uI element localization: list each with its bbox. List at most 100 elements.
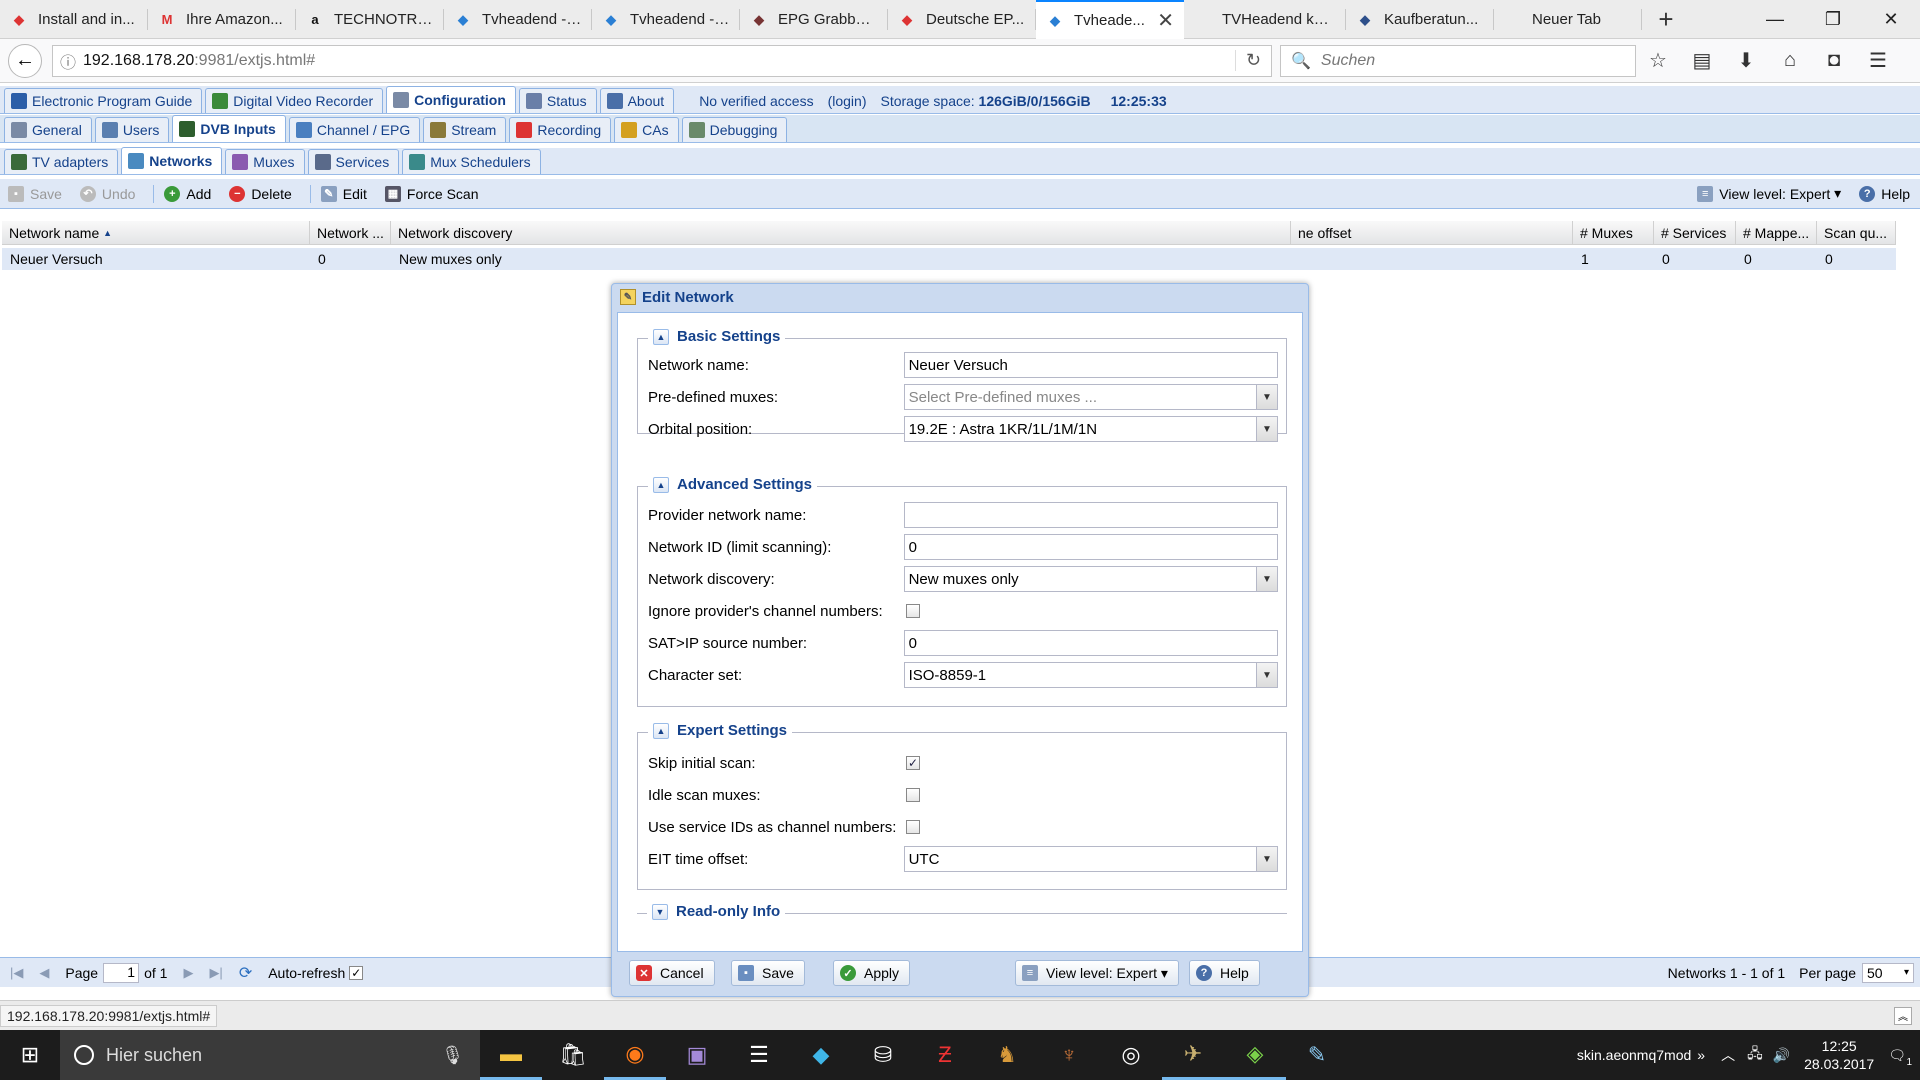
- tab-dvb-inputs[interactable]: DVB Inputs: [172, 115, 286, 142]
- database-icon[interactable]: ☰: [728, 1030, 790, 1080]
- next-page-icon[interactable]: ▶: [183, 965, 193, 981]
- chevron-down-icon[interactable]: ▼: [1256, 417, 1277, 441]
- chevron-down-icon[interactable]: ▼: [1256, 847, 1277, 871]
- browser-tab[interactable]: ◆ Tvheade... ✕: [1036, 0, 1184, 39]
- auto-refresh-checkbox[interactable]: ✓: [349, 965, 364, 980]
- tab-channel-epg[interactable]: Channel / EPG: [288, 117, 421, 142]
- orbital-position-combo[interactable]: 19.2E : Astra 1KR/1L/1M/1N ▼: [903, 416, 1278, 442]
- taskbar-clock[interactable]: 12:25 28.03.2017: [1804, 1037, 1874, 1073]
- per-page-select[interactable]: 50 ▾: [1862, 962, 1914, 983]
- winrar-icon[interactable]: ▣: [666, 1030, 728, 1080]
- store-icon[interactable]: 🛍: [542, 1030, 604, 1080]
- tray-chevron-up-icon[interactable]: ︿: [1721, 1045, 1735, 1065]
- ignore-channel-numbers-checkbox[interactable]: [906, 604, 920, 618]
- tab-status[interactable]: Status: [518, 88, 597, 113]
- tab-services[interactable]: Services: [307, 149, 400, 174]
- download-icon[interactable]: ⬇: [1724, 39, 1768, 83]
- search-input[interactable]: 🔍 Suchen: [1280, 44, 1636, 77]
- reload-icon[interactable]: ↻: [1235, 50, 1271, 71]
- url-bar[interactable]: ⓘ 192.168.178.20:9981/extjs.html# ↻: [52, 44, 1272, 77]
- cancel-button[interactable]: ✕ Cancel: [629, 960, 715, 986]
- minimize-button[interactable]: —: [1746, 0, 1804, 39]
- green-app-icon[interactable]: ◈: [1224, 1030, 1286, 1080]
- edit-button[interactable]: ✎ Edit: [320, 185, 367, 202]
- column-header-muxes[interactable]: # Muxes: [1573, 221, 1654, 244]
- close-tab-icon[interactable]: ✕: [1151, 8, 1174, 33]
- network-id-input[interactable]: 0: [903, 534, 1278, 560]
- expert-settings-legend[interactable]: ▲ Expert Settings: [648, 722, 793, 739]
- tab-digital-video-recorder[interactable]: Digital Video Recorder: [205, 88, 384, 113]
- collapse-icon[interactable]: ▲: [653, 328, 669, 345]
- browser-tab[interactable]: ◆ Tvheadend - ...: [444, 0, 592, 39]
- reading-list-icon[interactable]: ▤: [1680, 39, 1724, 83]
- last-page-icon[interactable]: ▶|: [209, 965, 222, 981]
- browser-tab[interactable]: Neuer Tab: [1494, 0, 1642, 39]
- table-row[interactable]: Neuer Versuch 0 New muxes only 1 0 0 0: [2, 248, 1896, 270]
- collapse-icon[interactable]: ▲: [653, 722, 669, 739]
- taskbar-search-input[interactable]: Hier suchen 🎙: [60, 1030, 480, 1080]
- login-link[interactable]: (login): [828, 88, 867, 113]
- apply-button[interactable]: ✓ Apply: [833, 960, 911, 986]
- column-header-services[interactable]: # Services: [1654, 221, 1736, 244]
- character-set-combo[interactable]: ISO-8859-1 ▼: [903, 662, 1278, 688]
- column-header-mapped[interactable]: # Mappe...: [1736, 221, 1817, 244]
- view-level-button[interactable]: ≡ View level: Expert ▾: [1697, 185, 1841, 202]
- column-header-time-offset[interactable]: ne offset: [1291, 221, 1573, 244]
- chevron-down-icon[interactable]: ▼: [1256, 663, 1277, 687]
- column-header-network-num[interactable]: Network ...: [310, 221, 391, 244]
- undo-button[interactable]: ↶ Undo: [79, 185, 135, 202]
- tab-cas[interactable]: CAs: [614, 117, 679, 142]
- column-header-network-discovery[interactable]: Network discovery: [391, 221, 1291, 244]
- paint-app-icon[interactable]: ✎: [1286, 1030, 1348, 1080]
- tab-networks[interactable]: Networks: [121, 147, 223, 174]
- filezilla-icon[interactable]: Ƶ: [914, 1030, 976, 1080]
- collapse-icon[interactable]: ▲: [653, 476, 669, 493]
- volume-icon[interactable]: 🔊: [1773, 1047, 1790, 1064]
- satellite-app-icon[interactable]: ✈: [1162, 1030, 1224, 1080]
- basic-settings-legend[interactable]: ▲ Basic Settings: [648, 328, 786, 345]
- column-header-network-name[interactable]: Network name ▲: [2, 221, 310, 244]
- first-page-icon[interactable]: |◀: [10, 965, 23, 981]
- network-icon[interactable]: 🖧: [1747, 1043, 1763, 1067]
- hamburger-menu-icon[interactable]: ☰: [1856, 39, 1900, 83]
- window-title-bar[interactable]: ✎ Edit Network: [612, 284, 1308, 310]
- eit-time-offset-combo[interactable]: UTC ▼: [903, 846, 1278, 872]
- satip-source-input[interactable]: 0: [903, 630, 1278, 656]
- browser-tab[interactable]: ◆ EPG Grabber...: [740, 0, 888, 39]
- bookmark-star-icon[interactable]: ☆: [1636, 39, 1680, 83]
- browser-tab[interactable]: ◆ Tvheadend - ...: [592, 0, 740, 39]
- skip-initial-scan-checkbox[interactable]: ✓: [906, 756, 920, 770]
- idle-scan-muxes-checkbox[interactable]: [906, 788, 920, 802]
- network-name-input[interactable]: Neuer Versuch: [903, 352, 1278, 378]
- pidgin-icon[interactable]: ♞: [976, 1030, 1038, 1080]
- network-discovery-combo[interactable]: New muxes only ▼: [903, 566, 1278, 592]
- tab-tv-adapters[interactable]: TV adapters: [4, 149, 119, 174]
- help-button[interactable]: ? Help: [1859, 185, 1910, 202]
- delete-button[interactable]: − Delete: [229, 185, 292, 202]
- windows-start-icon[interactable]: ⊞: [0, 1030, 60, 1080]
- service-ids-checkbox[interactable]: [906, 820, 920, 834]
- save-button[interactable]: ▪ Save: [731, 960, 805, 986]
- provider-network-name-input[interactable]: [903, 502, 1278, 528]
- add-button[interactable]: + Add: [164, 185, 211, 202]
- notification-icon[interactable]: 🗨 1: [1888, 1047, 1912, 1068]
- deer-app-icon[interactable]: ♆: [1038, 1030, 1100, 1080]
- firefox-icon[interactable]: ◉: [604, 1030, 666, 1080]
- browser-tab[interactable]: a TECHNOTRE...: [296, 0, 444, 39]
- file-explorer-icon[interactable]: ▬: [480, 1030, 542, 1080]
- chevron-down-icon[interactable]: ▼: [1256, 567, 1277, 591]
- column-header-scan-queue[interactable]: Scan qu...: [1817, 221, 1896, 244]
- browser-tab[interactable]: M Ihre Amazon...: [148, 0, 296, 39]
- tab-recording[interactable]: Recording: [509, 117, 612, 142]
- tab-electronic-program-guide[interactable]: Electronic Program Guide: [4, 88, 203, 113]
- close-window-button[interactable]: ✕: [1862, 0, 1920, 39]
- tab-mux-schedulers[interactable]: Mux Schedulers: [402, 149, 541, 174]
- help-button[interactable]: ? Help: [1189, 960, 1260, 986]
- kodi-icon[interactable]: ◆: [790, 1030, 852, 1080]
- force-scan-button[interactable]: ▦ Force Scan: [384, 185, 479, 202]
- refresh-icon[interactable]: ⟳: [239, 963, 252, 983]
- tab-muxes[interactable]: Muxes: [225, 149, 305, 174]
- tab-users[interactable]: Users: [94, 117, 170, 142]
- back-button[interactable]: ←: [8, 43, 42, 78]
- advanced-settings-legend[interactable]: ▲ Advanced Settings: [648, 476, 818, 493]
